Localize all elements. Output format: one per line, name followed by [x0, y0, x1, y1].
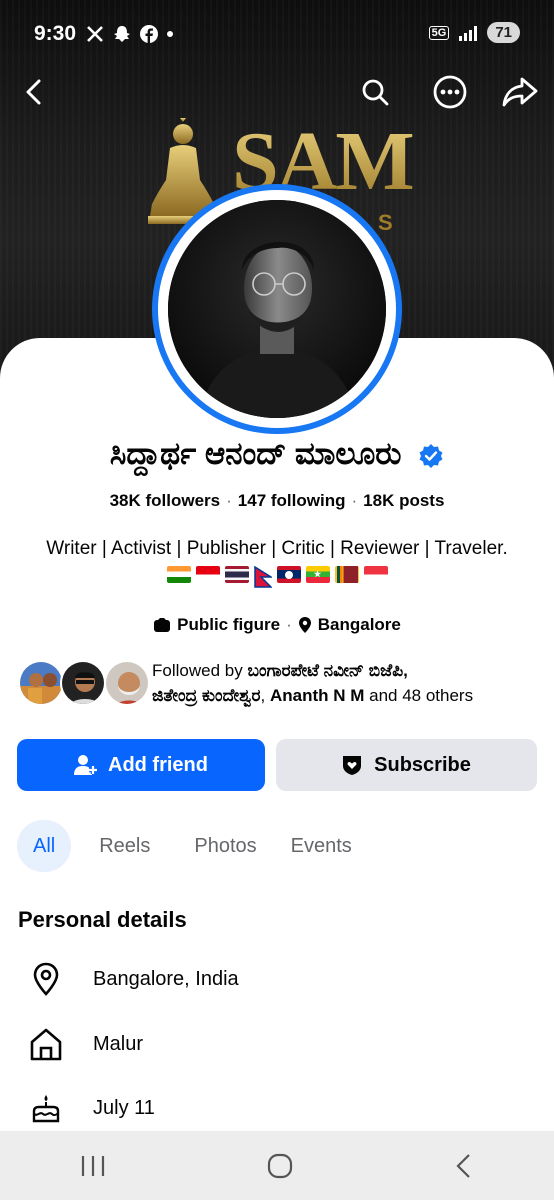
tab-reels[interactable]: Reels — [83, 820, 166, 872]
status-time: 9:30 — [34, 22, 77, 45]
tab-photos[interactable]: Photos — [166, 820, 272, 872]
verified-badge-icon — [419, 443, 443, 468]
shield-heart-icon — [343, 756, 362, 775]
separator-dot: · — [286, 615, 292, 634]
notification-icons — [86, 24, 174, 44]
share-icon — [502, 77, 538, 107]
page-category-icon — [154, 618, 171, 632]
separator-dot: · — [226, 491, 232, 510]
mutual-name[interactable]: ಬಂಗಾರಪೇಟೆ ನವೀನ್ ಬಿಜೆಪಿ, — [247, 661, 407, 680]
tab-events[interactable]: Events — [273, 820, 368, 872]
mutual-followers-text: Followed by ಬಂಗಾರಪೇಟೆ ನವೀನ್ ಬಿಜೆಪಿ, ಜಿತೇ… — [152, 658, 542, 708]
birthday-cake-icon — [28, 1090, 64, 1126]
add-friend-icon — [74, 755, 97, 775]
mutual-avatar — [60, 660, 106, 706]
chevron-left-icon — [26, 79, 41, 105]
profile-stats: 38K followers · 147 following · 18K posts — [0, 491, 554, 511]
cover-logo-subtext: S — [378, 210, 393, 235]
mutual-followers[interactable]: Followed by ಬಂಗಾರಪೇಟೆ ನವೀನ್ ಬಿಜೆಪಿ, ಜಿತೇ… — [18, 656, 538, 712]
detail-hometown: Malur — [28, 1024, 143, 1064]
mutual-name[interactable]: Ananth N M — [270, 686, 364, 705]
add-friend-button[interactable]: Add friend — [17, 739, 265, 791]
separator-dot: · — [351, 491, 358, 510]
profile-picture-ring[interactable] — [152, 184, 402, 434]
following-count[interactable]: 147 following — [238, 491, 346, 510]
mutual-name[interactable]: ಜಿತೇಂದ್ರ ಕುಂದೇಶ್ವರ — [152, 686, 261, 705]
profile-name: ಸಿದ್ದಾರ್ಥ ಆನಂದ್ ಮಾಲೂರು — [109, 436, 402, 471]
followers-count[interactable]: 38K followers — [110, 491, 221, 510]
x-app-icon — [87, 26, 103, 42]
tab-all[interactable]: All — [17, 820, 72, 872]
battery-indicator: 71 — [487, 22, 520, 43]
bio-flags — [0, 566, 554, 588]
profile-tabs: All Reels Photos Events — [17, 820, 368, 872]
snapchat-icon — [114, 26, 130, 42]
home-icon — [28, 1026, 64, 1062]
add-friend-label: Add friend — [108, 753, 208, 776]
system-navigation-bar — [0, 1131, 554, 1200]
flag-singapore-icon — [363, 566, 388, 583]
mutual-avatar — [18, 660, 64, 706]
detail-birthday: July 11 — [28, 1088, 155, 1128]
more-options-button[interactable] — [430, 72, 470, 112]
followed-separator: , — [260, 686, 270, 705]
followed-suffix: and 48 others — [364, 686, 474, 705]
search-button[interactable] — [355, 72, 395, 112]
detail-hometown-text: Malur — [93, 1032, 144, 1055]
page-category: Public figure — [177, 615, 281, 634]
share-button[interactable] — [500, 72, 540, 112]
location-pin-icon — [28, 961, 64, 997]
flag-myanmar-icon — [305, 566, 330, 583]
back-button[interactable] — [14, 72, 54, 112]
status-right: 5G 71 — [428, 22, 520, 43]
profile-location: Bangalore — [317, 615, 401, 634]
profile-picture[interactable] — [168, 200, 386, 418]
profile-bio: Writer | Activist | Publisher | Critic |… — [46, 538, 508, 559]
mutual-avatar — [104, 660, 150, 706]
detail-birthday-text: July 11 — [93, 1096, 155, 1119]
facebook-icon — [140, 25, 158, 43]
flag-laos-icon — [276, 566, 301, 583]
profile-name-row: ಸಿದ್ದಾರ್ಥ ಆನಂದ್ ಮಾಲೂರು — [0, 436, 554, 473]
signal-icon — [459, 25, 478, 41]
recent-apps-icon[interactable] — [80, 1154, 106, 1178]
posts-count: 18K posts — [363, 491, 445, 510]
profile-meta: Public figure · Bangalore — [0, 615, 554, 635]
network-5g-icon: 5G — [428, 25, 450, 40]
flag-india-icon — [166, 566, 191, 583]
flag-nepal-icon — [253, 566, 272, 588]
status-bar: 9:30 5G 71 — [0, 0, 554, 70]
flag-thailand-icon — [224, 566, 249, 583]
followed-prefix: Followed by — [152, 661, 248, 680]
home-button-icon[interactable] — [267, 1153, 293, 1179]
back-nav-icon[interactable] — [454, 1153, 474, 1179]
search-icon — [362, 79, 389, 106]
profile-photo — [168, 200, 386, 418]
flag-sri-lanka-icon — [334, 566, 359, 583]
subscribe-label: Subscribe — [374, 753, 471, 776]
location-pin-icon — [298, 617, 311, 633]
personal-details-heading: Personal details — [18, 907, 187, 932]
more-icon — [433, 75, 467, 109]
subscribe-button[interactable]: Subscribe — [276, 739, 537, 791]
detail-location-text: Bangalore, India — [93, 967, 239, 990]
notification-dot-icon — [167, 31, 173, 37]
detail-location: Bangalore, India — [28, 959, 239, 999]
flag-indonesia-icon — [195, 566, 220, 583]
